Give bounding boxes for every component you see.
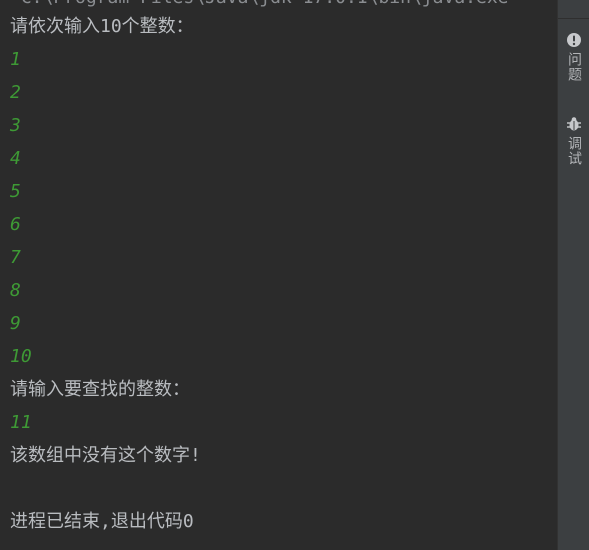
console-line-input: 1 [10, 49, 21, 70]
console-line-input: 7 [10, 247, 21, 268]
console-line-input: 9 [10, 313, 21, 334]
console-line-input: 3 [10, 115, 21, 136]
console-line-exit-status: 进程已结束,退出代码0 [10, 511, 194, 532]
tool-window-debug[interactable]: 调试 [558, 116, 589, 170]
console-line-result: 该数组中没有这个数字! [10, 445, 201, 466]
console-line-prompt: 请依次输入10个整数： [10, 16, 194, 37]
right-tool-window-bar: 问题 调试 [557, 0, 589, 550]
console-line-input: 10 [10, 346, 32, 367]
run-command-line: "C:\Program Files\Java\jdk-17.0.1\bin\ja… [10, 0, 519, 9]
console-line-input: 8 [10, 280, 21, 301]
run-console-output[interactable]: "C:\Program Files\Java\jdk-17.0.1\bin\ja… [0, 0, 557, 550]
console-line-input: 4 [10, 148, 21, 169]
rail-top-tab [558, 0, 589, 19]
debug-icon [567, 117, 581, 131]
tool-window-debug-label: 调试 [566, 136, 582, 166]
problems-icon [567, 33, 581, 47]
console-line-prompt: 请输入要查找的整数： [10, 379, 190, 400]
tool-window-problems-label: 问题 [566, 52, 582, 82]
console-line-input: 11 [10, 412, 32, 433]
tool-window-problems[interactable]: 问题 [558, 32, 589, 86]
console-line-input: 2 [10, 82, 21, 103]
console-line-input: 5 [10, 181, 21, 202]
console-line-input: 6 [10, 214, 21, 235]
